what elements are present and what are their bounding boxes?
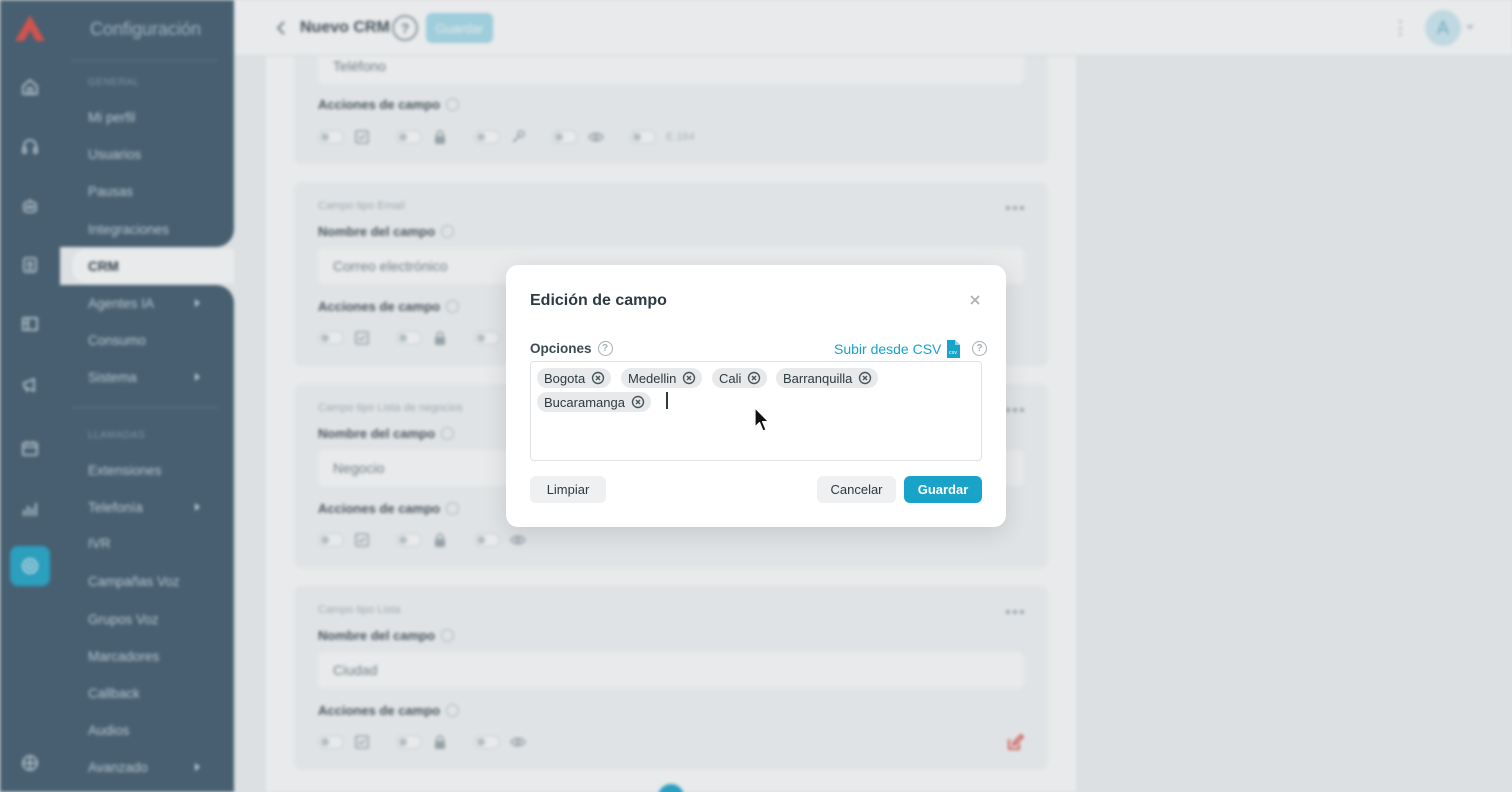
remove-tag-icon[interactable] xyxy=(591,371,605,385)
option-tag: Medellin xyxy=(621,368,703,388)
option-tag-label: Bucaramanga xyxy=(544,394,625,410)
option-tag: Barranquilla xyxy=(776,368,879,388)
options-help-icon[interactable]: ? xyxy=(597,341,613,356)
remove-tag-icon[interactable] xyxy=(858,371,872,385)
remove-tag-icon[interactable] xyxy=(747,371,761,385)
close-icon[interactable] xyxy=(968,293,982,307)
upload-csv-link[interactable]: Subir desde CSV xyxy=(834,341,941,357)
text-caret xyxy=(666,392,668,409)
csv-file-icon[interactable]: csv xyxy=(946,340,960,358)
option-tag: Bucaramanga xyxy=(537,392,651,412)
option-tag: Bogota xyxy=(537,368,612,388)
csv-icon-text: csv xyxy=(949,350,957,356)
option-tag: Cali xyxy=(712,368,768,388)
cancel-button[interactable]: Cancelar xyxy=(817,476,896,503)
csv-help-icon[interactable]: ? xyxy=(972,341,987,356)
clear-button[interactable]: Limpiar xyxy=(530,476,606,503)
options-label: Opciones xyxy=(530,341,592,356)
option-tag-label: Medellin xyxy=(628,370,677,386)
mouse-pointer-icon xyxy=(754,407,770,432)
edit-field-modal: Edición de campo Opciones ? Subir desde … xyxy=(506,265,1006,527)
remove-tag-icon[interactable] xyxy=(631,395,645,409)
remove-tag-icon[interactable] xyxy=(682,371,696,385)
option-tag-label: Bogota xyxy=(544,370,586,386)
save-button[interactable]: Guardar xyxy=(904,476,982,503)
option-tag-label: Cali xyxy=(719,370,742,386)
option-tag-label: Barranquilla xyxy=(783,370,853,386)
modal-title: Edición de campo xyxy=(530,292,667,309)
options-label-row: Opciones ? xyxy=(530,341,613,356)
